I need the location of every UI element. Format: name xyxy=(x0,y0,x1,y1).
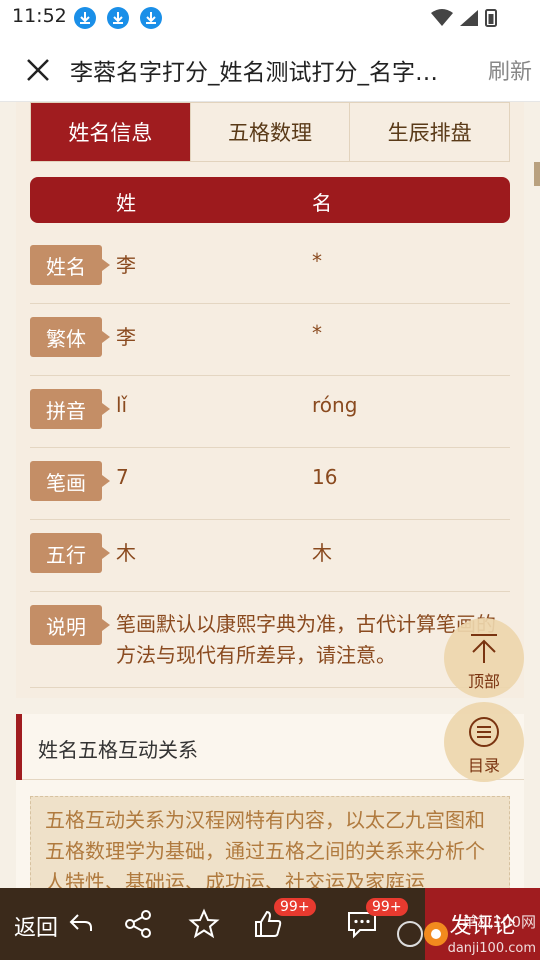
bottom-toolbar: 返回 99+ 99+ 发评论 单机100网 danji100.com xyxy=(0,888,540,960)
download-icon xyxy=(140,7,162,29)
table-row: 笔画 7 16 xyxy=(30,448,510,520)
share-icon[interactable] xyxy=(122,908,154,940)
tab-name-info[interactable]: 姓名信息 xyxy=(31,103,191,161)
status-bar: 11:52 xyxy=(0,0,540,36)
watermark: danji100.com xyxy=(447,941,536,956)
section-intro: 五格互动关系为汉程网特有内容，以太乙九宫图和五格数理学为基础，通过五格之间的关系… xyxy=(30,796,510,888)
comment-count-badge: 99+ xyxy=(366,898,408,916)
given-value: * xyxy=(312,321,322,345)
surname-value: lǐ xyxy=(116,393,128,417)
refresh-button[interactable]: 刷新 xyxy=(488,54,532,86)
given-value: * xyxy=(312,249,322,273)
surname-value: 李 xyxy=(116,325,136,349)
watermark-logo xyxy=(397,921,448,947)
download-icon xyxy=(107,7,129,29)
table-row: 拼音 lǐ róng xyxy=(30,376,510,448)
given-value: róng xyxy=(312,393,358,417)
surname-value: 李 xyxy=(116,253,136,277)
title-bar: 李蓉名字打分_姓名测试打分_名字… 刷新 xyxy=(0,36,540,102)
row-label: 说明 xyxy=(30,605,110,645)
list-icon xyxy=(469,717,499,747)
table-header: 姓 名 xyxy=(30,177,510,223)
status-time: 11:52 xyxy=(12,5,67,27)
page-title: 李蓉名字打分_姓名测试打分_名字… xyxy=(70,60,438,86)
given-value: 16 xyxy=(312,465,338,489)
row-label: 笔画 xyxy=(30,461,110,501)
back-to-top-button[interactable]: 顶部 xyxy=(444,618,524,698)
column-header-given: 名 xyxy=(312,191,332,215)
table-row: 姓名 李 * xyxy=(30,232,510,304)
given-value: 木 xyxy=(312,541,332,565)
scrollbar[interactable] xyxy=(534,162,540,186)
row-label: 姓名 xyxy=(30,245,110,285)
row-label: 繁体 xyxy=(30,317,110,357)
name-info-card: 姓名信息 五格数理 生辰排盘 姓 名 姓名 李 * 繁体 李 * 拼音 lǐ r… xyxy=(16,102,524,698)
arrow-up-icon xyxy=(471,634,497,663)
section-title: 姓名五格互动关系 xyxy=(38,738,198,762)
tab-bar: 姓名信息 五格数理 生辰排盘 xyxy=(30,102,510,162)
section-accent-bar xyxy=(16,714,22,780)
star-icon[interactable] xyxy=(188,908,220,940)
column-header-surname: 姓 xyxy=(116,191,136,215)
close-icon[interactable] xyxy=(24,56,52,84)
table-row: 繁体 李 * xyxy=(30,304,510,376)
like-count-badge: 99+ xyxy=(274,898,316,916)
system-icons xyxy=(430,8,500,32)
signal-icon xyxy=(460,10,478,26)
row-label: 五行 xyxy=(30,533,110,573)
table-row: 五行 木 木 xyxy=(30,520,510,592)
content-area[interactable]: 姓名信息 五格数理 生辰排盘 姓 名 姓名 李 * 繁体 李 * 拼音 lǐ r… xyxy=(0,102,540,888)
row-label: 拼音 xyxy=(30,389,110,429)
watermark-cn: 单机100网 xyxy=(462,913,536,931)
surname-value: 木 xyxy=(116,541,136,565)
tab-birth-chart[interactable]: 生辰排盘 xyxy=(350,103,509,161)
back-to-top-label: 顶部 xyxy=(467,672,500,691)
back-button[interactable]: 返回 xyxy=(14,910,58,942)
tab-wuge[interactable]: 五格数理 xyxy=(191,103,351,161)
return-arrow-icon[interactable] xyxy=(68,912,94,934)
table-of-contents-label: 目录 xyxy=(467,756,500,775)
surname-value: 7 xyxy=(116,465,129,489)
wifi-icon xyxy=(431,9,453,26)
table-of-contents-button[interactable]: 目录 xyxy=(444,702,524,782)
note-row: 说明 笔画默认以康熙字典为准，古代计算笔画的方法与现代有所差异，请注意。 xyxy=(30,592,510,688)
download-icon xyxy=(74,7,96,29)
